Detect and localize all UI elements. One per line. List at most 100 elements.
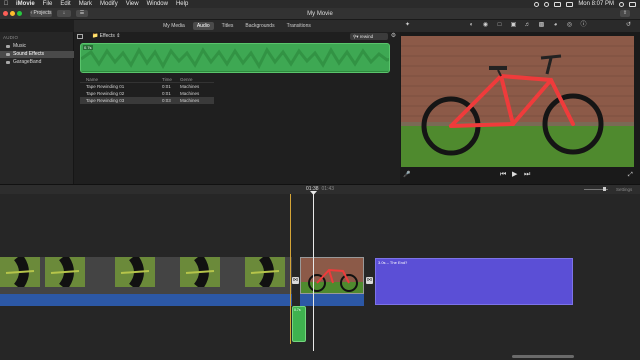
timeline-scrollbar[interactable]	[512, 355, 574, 358]
title-clip[interactable]: 3.0s – The End?	[375, 258, 573, 305]
menu-modify[interactable]: Modify	[96, 0, 122, 8]
notification-center-icon[interactable]	[629, 1, 636, 7]
row-genre: Machines	[180, 98, 200, 103]
stabilization-icon[interactable]: ▣	[510, 22, 517, 29]
projects-button[interactable]: ‹ Projects	[30, 10, 52, 17]
sidebar-item-sound-effects[interactable]: Sound Effects	[0, 51, 74, 58]
crop-icon[interactable]: □	[496, 22, 503, 29]
search-input[interactable]: ⚲▾ rewind	[350, 33, 388, 40]
zoom-window-button[interactable]	[17, 11, 22, 16]
fullscreen-icon[interactable]: ⤢	[628, 171, 633, 179]
tab-transitions[interactable]: Transitions	[283, 22, 315, 30]
library-button[interactable]: ☰	[76, 10, 88, 17]
sidebar-toggle-icon[interactable]	[77, 34, 83, 39]
clip-audio-waveform[interactable]	[0, 294, 292, 306]
music-icon	[6, 45, 10, 48]
sidebar-item-music[interactable]: Music	[0, 43, 74, 50]
battery-icon[interactable]	[566, 1, 574, 7]
noise-reduction-icon[interactable]: ▩	[538, 22, 545, 29]
audio-browser: 📁 Effects ⇕ ⚲▾ rewind ⚙ 0.7s Name Time G…	[74, 32, 400, 184]
menu-help[interactable]: Help	[172, 0, 192, 8]
clip-filter-icon[interactable]: ◎	[566, 22, 573, 29]
sidebar-header: AUDIO	[3, 35, 19, 40]
color-correction-icon[interactable]: ◉	[482, 22, 489, 29]
row-genre: Machines	[180, 84, 200, 89]
clip-frame	[115, 257, 155, 287]
menu-mark[interactable]: Mark	[75, 0, 96, 8]
effects-dropdown-label: Effects	[99, 33, 115, 39]
transition-icon[interactable]: ⋈	[292, 277, 299, 284]
apple-icon[interactable]: 	[0, 1, 12, 7]
playback-controls: 🎤 ⏮ ▶ ⏭ ⤢	[400, 169, 640, 181]
viewer-frame[interactable]	[401, 36, 634, 167]
share-icon[interactable]: ⇧	[620, 10, 630, 17]
bicycle-image	[401, 36, 634, 167]
timeline: 01:38 01:43 Settings 0.7s ⋈ ⋈ 3.0s – The …	[0, 184, 640, 360]
video-clip-tire[interactable]	[0, 257, 292, 294]
gear-icon[interactable]: ⚙	[390, 33, 397, 40]
play-button[interactable]: ▶	[512, 171, 517, 179]
skip-back-button[interactable]: ⏮	[500, 171, 506, 179]
sound-effect-clip[interactable]: 0.7s	[292, 306, 306, 342]
column-genre[interactable]: Genre	[180, 76, 214, 82]
clip-audio-waveform[interactable]	[300, 294, 364, 306]
menu-file[interactable]: File	[39, 0, 57, 8]
table-row-selected[interactable]: Tape Rewinding 03 0:03 Machines	[80, 97, 214, 104]
clip-frame	[45, 257, 85, 287]
reset-all-button[interactable]: ↺	[625, 22, 632, 29]
microphone-icon[interactable]: 🎤	[403, 171, 410, 179]
title-clip-label: 3.0s – The End?	[378, 260, 408, 265]
table-row[interactable]: Tape Rewinding 01 0:01 Machines	[80, 83, 214, 90]
sound-effects-icon	[6, 53, 10, 56]
skip-forward-button[interactable]: ⏭	[524, 171, 530, 179]
tab-audio[interactable]: Audio	[192, 22, 214, 30]
video-clip-bicycle[interactable]	[300, 257, 364, 294]
waveform-preview[interactable]: 0.7s	[80, 43, 390, 73]
menu-clock[interactable]: Mon 8:07 PM	[578, 1, 614, 7]
menu-edit[interactable]: Edit	[56, 0, 74, 8]
minimize-window-button[interactable]	[10, 11, 15, 16]
tab-titles[interactable]: Titles	[218, 22, 238, 30]
magic-wand-icon[interactable]: ✦	[404, 22, 411, 29]
volume-adjust-icon[interactable]: ♬	[524, 22, 531, 29]
media-tabs: My Media Audio Titles Backgrounds Transi…	[74, 20, 400, 32]
menu-view[interactable]: View	[122, 0, 143, 8]
color-balance-icon[interactable]: ◐	[468, 22, 475, 29]
timecode: 01:38 01:43	[306, 186, 334, 193]
row-time: 0:01	[162, 91, 171, 96]
sidebar-item-label: Music	[13, 43, 27, 49]
spotlight-icon[interactable]	[619, 1, 624, 7]
sound-list-header: Name Time Genre	[80, 76, 214, 83]
speed-icon[interactable]: ◕	[552, 22, 559, 29]
menu-window[interactable]: Window	[143, 0, 172, 8]
sidebar-item-garageband[interactable]: GarageBand	[0, 59, 74, 66]
table-row[interactable]: Tape Rewinding 02 0:01 Machines	[80, 90, 214, 97]
timeline-header: 01:38 01:43 Settings	[0, 185, 640, 194]
close-window-button[interactable]	[3, 11, 8, 16]
playhead[interactable]	[313, 191, 314, 351]
tab-my-media[interactable]: My Media	[159, 22, 189, 30]
info-icon[interactable]: ⓘ	[580, 22, 587, 29]
time-machine-icon[interactable]	[534, 1, 540, 7]
browser-toolbar: 📁 Effects ⇕ ⚲▾ rewind ⚙	[74, 32, 400, 41]
transition-icon[interactable]: ⋈	[366, 277, 373, 284]
row-genre: Machines	[180, 91, 200, 96]
effects-dropdown[interactable]: 📁 Effects ⇕	[92, 33, 120, 40]
wifi-icon[interactable]	[544, 1, 550, 7]
clip-thumbnail	[301, 258, 363, 293]
total-time: 01:43	[321, 186, 335, 192]
column-time[interactable]: Time	[160, 76, 180, 82]
row-time: 0:03	[162, 98, 171, 103]
import-media-button[interactable]: ↓	[57, 10, 71, 17]
row-name: Tape Rewinding 02	[86, 91, 125, 96]
sidebar-item-label: Sound Effects	[13, 51, 45, 57]
volume-icon[interactable]	[554, 1, 562, 7]
timeline-settings-button[interactable]: Settings	[616, 186, 632, 193]
menu-app[interactable]: iMovie	[12, 0, 39, 8]
zoom-slider-handle[interactable]	[603, 187, 606, 191]
macos-menu-bar:  iMovie File Edit Mark Modify View Wind…	[0, 0, 640, 8]
column-name[interactable]: Name	[80, 76, 160, 82]
garageband-icon	[6, 61, 10, 64]
tab-backgrounds[interactable]: Backgrounds	[241, 22, 278, 30]
projects-label: Projects	[33, 10, 52, 16]
